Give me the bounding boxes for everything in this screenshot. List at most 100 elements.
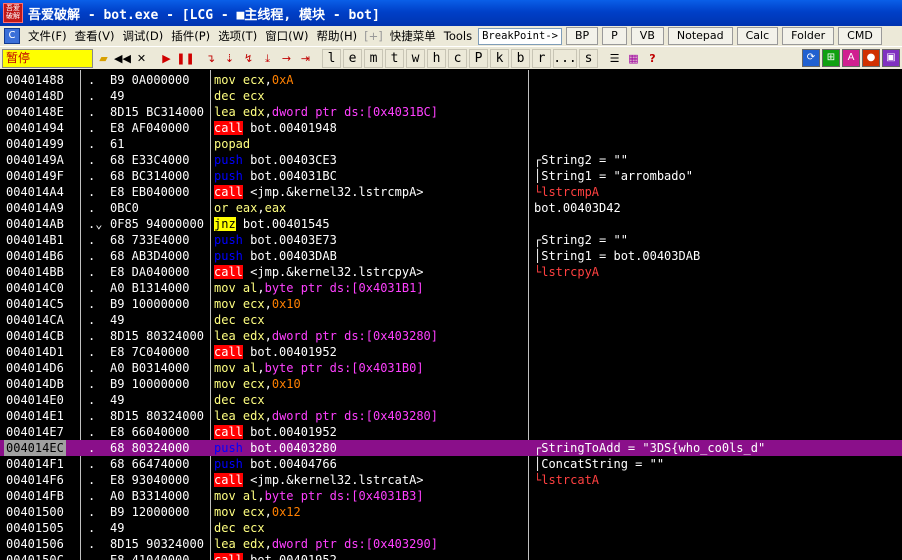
step-into-icon[interactable]: ↴ (202, 50, 219, 67)
row-marker: . (88, 489, 96, 503)
toolbar-letter-l[interactable]: l (322, 48, 341, 68)
disasm-row[interactable]: 004014CA. 49 dec ecx (0, 312, 902, 328)
disasm-row[interactable]: 004014A9. 0BC0 or eax,eax bot.00403D42 (0, 200, 902, 216)
menu-plugins[interactable]: 插件(P) (167, 28, 214, 44)
disasm-row[interactable]: 0040150C. E8 41040000 call bot.00401952 (0, 552, 902, 560)
close-icon[interactable]: ✕ (133, 50, 150, 67)
asm-token: <jmp.&kernel32.lstrcpyA> (250, 265, 424, 279)
disasm-row[interactable]: 00401500. B9 12000000 mov ecx,0x12 (0, 504, 902, 520)
disasm-row[interactable]: 004014B6. 68 AB3D4000 push bot.00403DAB │St… (0, 248, 902, 264)
disasm-row[interactable]: 004014EC. 68 80324000 push bot.00403280 ┌St… (0, 440, 902, 456)
asm-token: dec (214, 393, 236, 407)
toolbar-letter-m[interactable]: m (364, 48, 383, 68)
menu-shortcuts[interactable]: 快捷菜单 (386, 28, 440, 44)
trace-into-icon[interactable]: ↯ (240, 50, 257, 67)
execute-till-return-icon[interactable]: → (278, 50, 295, 67)
disasm-row[interactable]: 004014E0. 49 dec ecx (0, 392, 902, 408)
disasm-row[interactable]: 0040149A. 68 E33C4000 push bot.00403CE3 ┌St… (0, 152, 902, 168)
asm-token: lea (214, 329, 236, 343)
run-icon[interactable]: ▶ (158, 50, 175, 67)
row-marker: . (88, 297, 96, 311)
disasm-row[interactable]: 00401506. 8D15 90324000 lea edx,dword ptr … (0, 536, 902, 552)
menu-window[interactable]: 窗口(W) (261, 28, 312, 44)
disasm-row[interactable]: 004014FB. A0 B3314000 mov al,byte ptr ds:[… (0, 488, 902, 504)
menu-debug[interactable]: 调试(D) (118, 28, 167, 44)
plugin-red-icon[interactable]: ● (862, 49, 880, 67)
goto-icon[interactable]: ⇥ (297, 50, 314, 67)
disasm-row[interactable]: 004014C0. A0 B1314000 mov al,byte ptr ds:[… (0, 280, 902, 296)
disasm-row[interactable]: 00401494. E8 AF040000 call bot.00401948 (0, 120, 902, 136)
help-icon[interactable]: ? (644, 50, 661, 67)
row-address: 004014E1 (6, 409, 64, 423)
toolbar-letter-t[interactable]: t (385, 48, 404, 68)
disasm-row[interactable]: 004014AB .⌄ 0F85 94000000 jnz bot.00401545 (0, 216, 902, 232)
rewind-icon[interactable]: ◀◀ (114, 50, 131, 67)
p-button[interactable]: P (602, 27, 627, 45)
step-over-icon[interactable]: ⇣ (221, 50, 238, 67)
toolbar-letter-w[interactable]: w (406, 48, 425, 68)
refresh-plugin-icon[interactable]: ⟳ (802, 49, 820, 67)
menu-options[interactable]: 选项(T) (214, 28, 261, 44)
asm-token: ecx (242, 505, 265, 519)
disasm-row[interactable]: 004014CB. 8D15 80324000 lea edx,dword ptr … (0, 328, 902, 344)
menu-plus[interactable]: [+] (361, 29, 386, 43)
disasm-row[interactable]: 004014DB. B9 10000000 mov ecx,0x10 (0, 376, 902, 392)
grid-icon[interactable]: ▦ (625, 50, 642, 67)
plugin-purple-icon[interactable]: ▣ (882, 49, 900, 67)
menu-view[interactable]: 查看(V) (71, 28, 119, 44)
disasm-row[interactable]: 004014A4. E8 EB040000 call <jmp.&kernel32.… (0, 184, 902, 200)
disasm-row[interactable]: 0040148D. 49 dec ecx (0, 88, 902, 104)
vb-button[interactable]: VB (630, 27, 664, 45)
disasm-row[interactable]: 004014C5. B9 10000000 mov ecx,0x10 (0, 296, 902, 312)
asm-token: byte ptr ds:[0x4031B0] (264, 361, 424, 375)
disasm-row[interactable]: 004014BB. E8 DA040000 call <jmp.&kernel32.… (0, 264, 902, 280)
disasm-row[interactable]: 0040149F. 68 BC314000 push bot.004031BC │St… (0, 168, 902, 184)
disasm-row[interactable]: 004014E1. 8D15 80324000 lea edx,dword ptr … (0, 408, 902, 424)
disassembly-view[interactable]: 00401488. B9 0A000000 mov ecx,0xA 0040148D.… (0, 70, 902, 560)
menu-file[interactable]: 文件(F) (24, 28, 71, 44)
cmd-button[interactable]: CMD (838, 27, 882, 45)
breakpoint-dropdown[interactable]: BreakPoint-> (478, 27, 562, 45)
trace-over-icon[interactable]: ⤓ (259, 50, 276, 67)
menu-tools[interactable]: Tools (440, 29, 476, 43)
list-icon[interactable]: ☰ (606, 50, 623, 67)
row-instruction: dec ecx (214, 392, 265, 408)
plugin-a-icon[interactable]: A (842, 49, 860, 67)
asm-token: call (214, 553, 243, 560)
toolbar-letter-h[interactable]: h (427, 48, 446, 68)
toolbar-letter-P[interactable]: P (469, 48, 488, 68)
menu-help[interactable]: 帮助(H) (313, 28, 362, 44)
row-address: 004014E0 (6, 393, 64, 407)
disasm-row[interactable]: 00401488. B9 0A000000 mov ecx,0xA (0, 72, 902, 88)
disasm-row[interactable]: 00401499. 61 popad (0, 136, 902, 152)
open-folder-icon[interactable]: ▰ (95, 50, 112, 67)
bp-button[interactable]: BP (565, 27, 599, 45)
disasm-row[interactable]: 0040148E. 8D15 BC314000 lea edx,dword ptr … (0, 104, 902, 120)
title-bar[interactable]: 吾爱破解 吾爱破解 - bot.exe - [LCG - ■主线程, 模块 - … (0, 0, 902, 26)
pause-icon[interactable]: ❚❚ (176, 50, 194, 67)
disasm-row[interactable]: 004014D1. E8 7C040000 call bot.00401952 (0, 344, 902, 360)
asm-token: call (214, 473, 243, 487)
toolbar-letter-e[interactable]: e (343, 48, 362, 68)
notepad-button[interactable]: Notepad (667, 27, 733, 45)
toolbar-letter-k[interactable]: k (490, 48, 509, 68)
toolbar-ellipsis[interactable]: ... (553, 48, 577, 68)
asm-token: push (214, 169, 243, 183)
toolbar-letter-r[interactable]: r (532, 48, 551, 68)
disasm-row[interactable]: 004014D6. A0 B0314000 mov al,byte ptr ds:[… (0, 360, 902, 376)
folder-button[interactable]: Folder (782, 27, 835, 45)
asm-token: , (257, 361, 265, 375)
asm-token: dec (214, 89, 236, 103)
disasm-row[interactable]: 004014F1. 68 66474000 push bot.00404766 │Co… (0, 456, 902, 472)
disasm-row[interactable]: 004014E7. E8 66040000 call bot.00401952 (0, 424, 902, 440)
toolbar-letter-c[interactable]: c (448, 48, 467, 68)
calc-button[interactable]: Calc (736, 27, 779, 45)
disasm-row[interactable]: 004014B1. 68 733E4000 push bot.00403E73 ┌St… (0, 232, 902, 248)
disasm-row[interactable]: 00401505. 49 dec ecx (0, 520, 902, 536)
toolbar-letter-s[interactable]: s (579, 48, 598, 68)
asm-token: edx (242, 105, 265, 119)
disasm-row[interactable]: 004014F6. E8 93040000 call <jmp.&kernel32.… (0, 472, 902, 488)
plugin-green-icon[interactable]: ⊞ (822, 49, 840, 67)
toolbar-letter-b[interactable]: b (511, 48, 530, 68)
system-menu-icon[interactable]: C (4, 28, 20, 44)
